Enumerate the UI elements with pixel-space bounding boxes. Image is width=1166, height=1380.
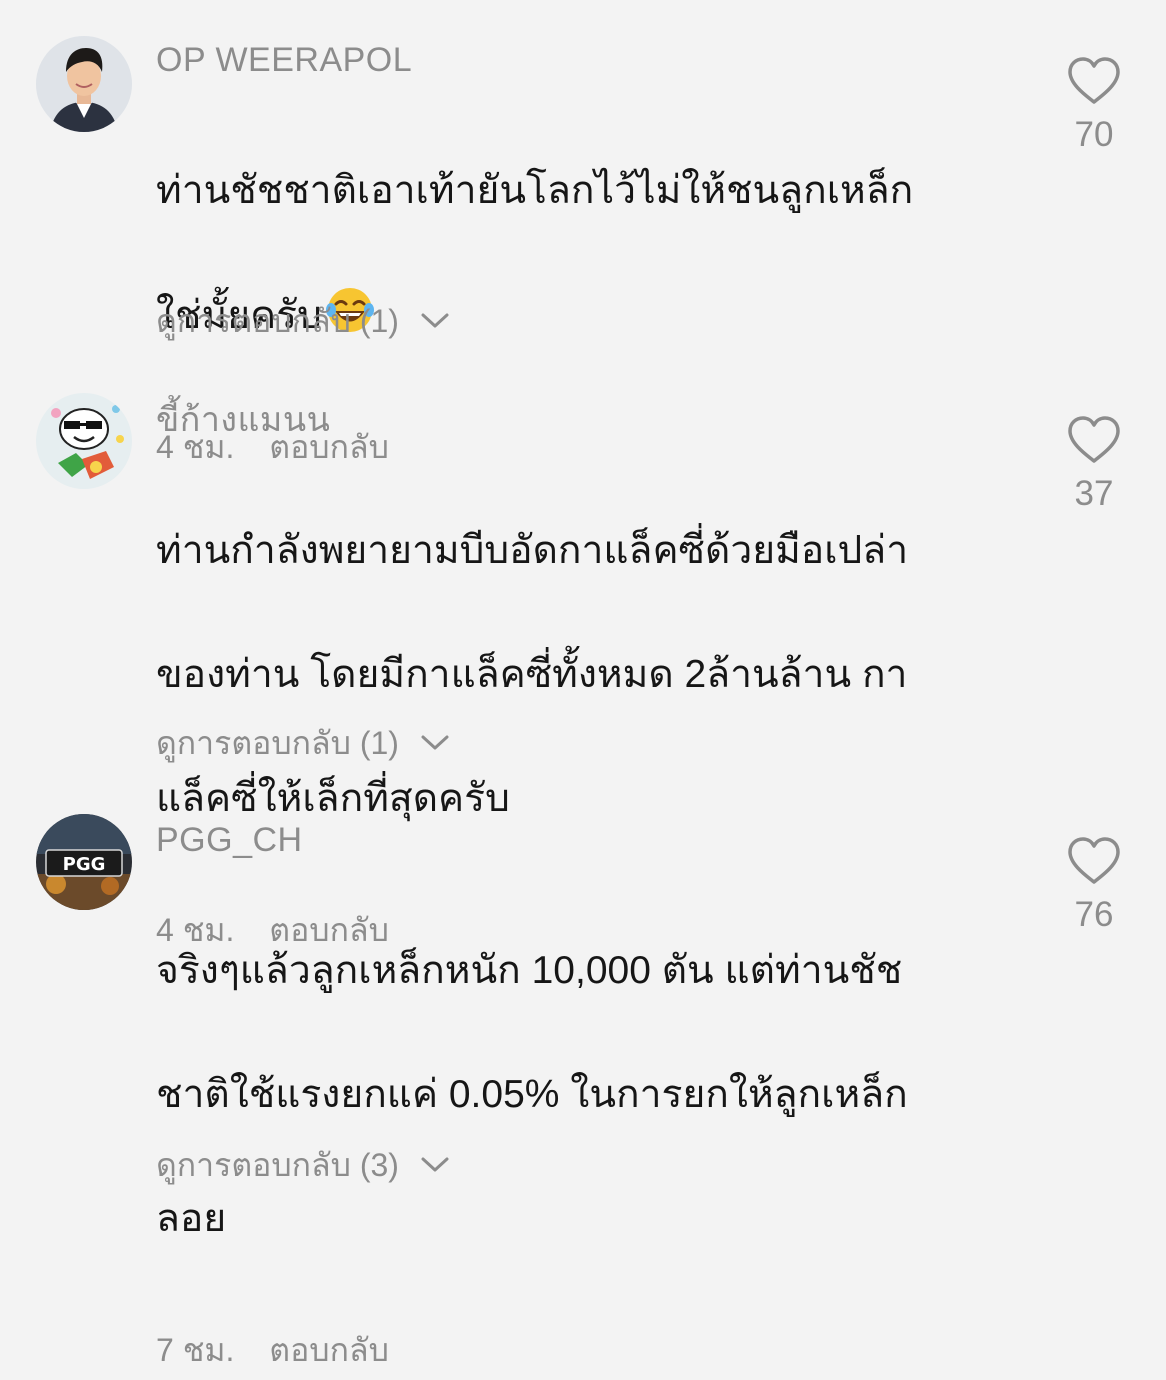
chevron-down-icon [421,313,449,328]
heart-outline-icon [1068,837,1120,884]
view-replies-button[interactable]: ดูการตอบกลับ (3) [156,1140,450,1190]
comment-meta: 7 ชม. ตอบกลับ [156,1320,1016,1380]
comment-text-line: ท่านกำลังพยายามบีบอัดกาแล็คซี่ด้วยมือเปล… [156,529,909,572]
like-button[interactable]: 37 [1056,415,1132,514]
comment-username[interactable]: PGG_CH [156,820,1016,860]
comment-text-line: ของท่าน โดยมีกาแล็คซี่ทั้งหมด 2ล้านล้าน … [156,653,908,696]
like-count: 70 [1074,115,1114,154]
reply-button[interactable]: ตอบกลับ [269,1332,389,1368]
like-button[interactable]: 70 [1056,56,1132,155]
comment-text-line: ท่านชัชชาติเอาเท้ายันโลกไว้ไม่ให้ชนลูกเห… [156,169,914,212]
heart-outline-icon [1068,57,1120,104]
heart-outline-icon [1068,416,1120,463]
like-count: 76 [1074,895,1114,934]
comment-text-line: จริงๆแล้วลูกเหล็กหนัก 10,000 ตัน แต่ท่าน… [156,949,903,992]
like-count: 37 [1074,474,1114,513]
avatar[interactable]: PGG [36,814,132,910]
view-replies-button[interactable]: ดูการตอบกลับ (1) [156,718,450,768]
chevron-down-icon [421,1157,449,1172]
like-button[interactable]: 76 [1056,836,1132,935]
view-replies-button[interactable]: ดูการตอบกลับ (1) [156,296,450,346]
comment-username[interactable]: OP WEERAPOL [156,40,1016,80]
comment-text: ท่านชัชชาติเอาเท้ายันโลกไว้ไม่ให้ชนลูกเห… [156,98,1016,409]
avatar[interactable] [36,36,132,132]
avatar[interactable] [36,393,132,489]
view-replies-label: ดูการตอบกลับ (1) [156,725,399,761]
comment-username[interactable]: ขี้ก้างแมนน [156,400,1016,440]
view-replies-label: ดูการตอบกลับ (1) [156,303,399,339]
comment-time: 7 ชม. [156,1332,235,1368]
comment-text-line: ลอย [156,1197,227,1240]
chevron-down-icon [421,735,449,750]
avatar-logo-text: PGG [63,854,106,875]
comment-text: จริงๆแล้วลูกเหล็กหนัก 10,000 ตัน แต่ท่าน… [156,878,1016,1312]
view-replies-label: ดูการตอบกลับ (3) [156,1147,399,1183]
comment-text-line: ชาติใช้แรงยกแค่ 0.05% ในการยกให้ลูกเหล็ก [156,1073,908,1116]
